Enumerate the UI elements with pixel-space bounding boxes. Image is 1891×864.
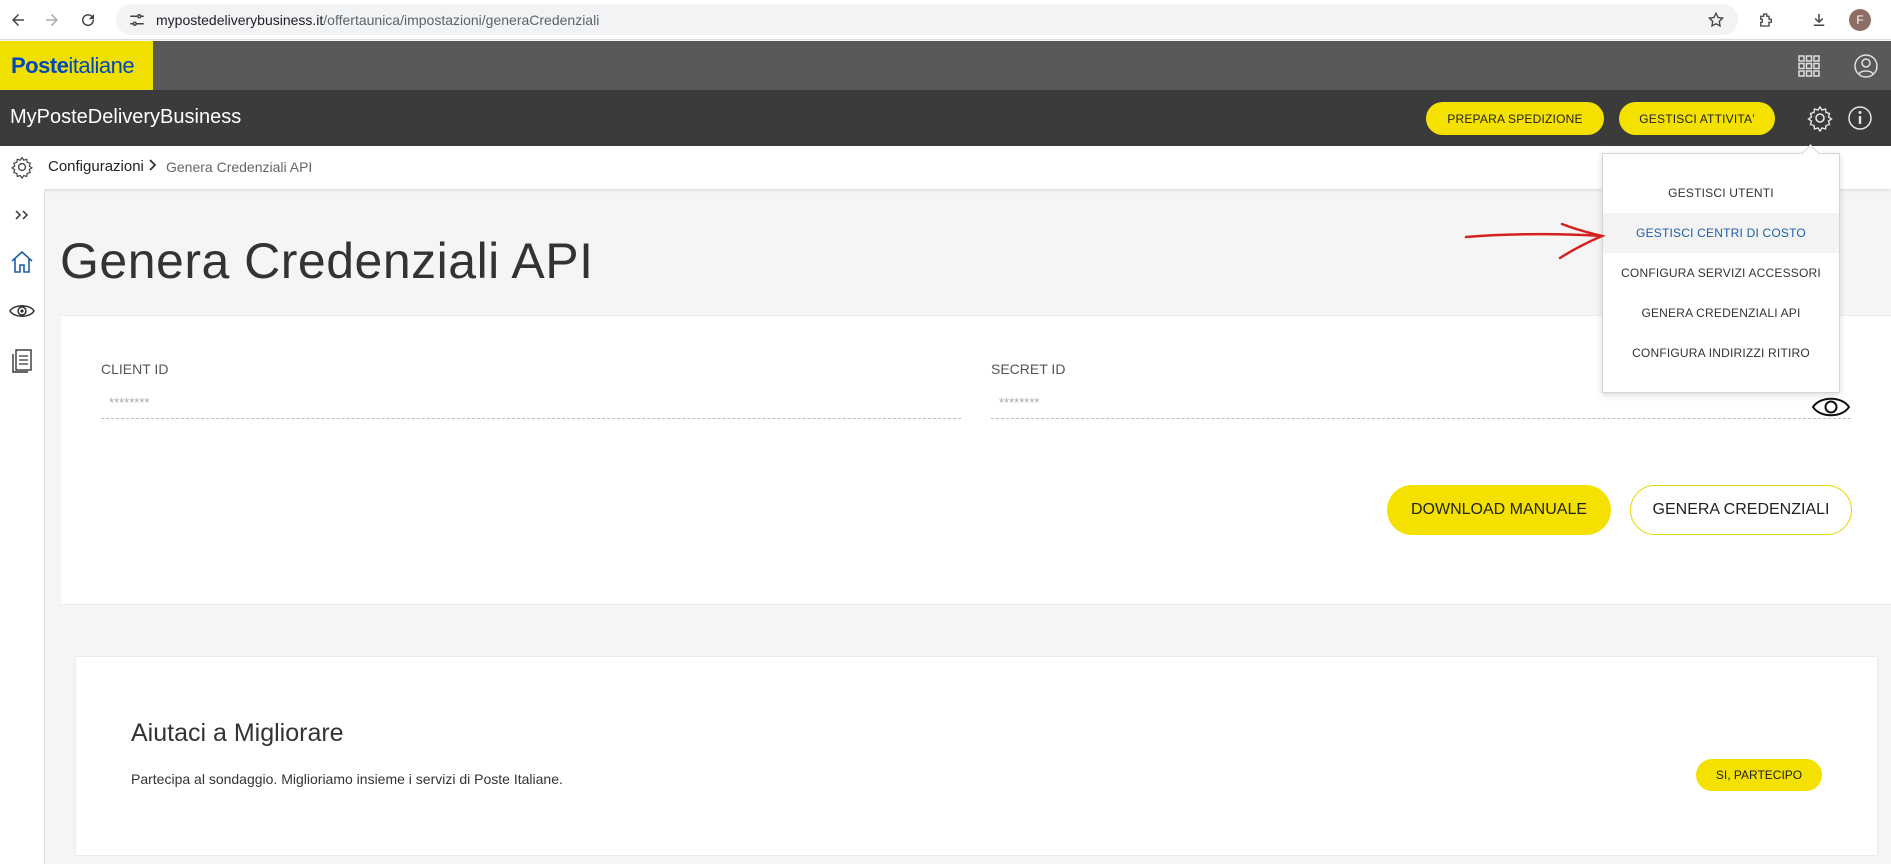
download-icon[interactable]	[1805, 6, 1833, 34]
menu-item-generate-api-credentials[interactable]: GENERA CREDENZIALI API	[1603, 293, 1839, 333]
reload-icon[interactable]	[72, 4, 104, 36]
breadcrumb-root[interactable]: Configurazioni	[48, 158, 144, 175]
manage-activities-button[interactable]: GESTISCI ATTIVITA'	[1619, 102, 1775, 135]
extensions-icon[interactable]	[1752, 6, 1780, 34]
secret-id-label: SECRET ID	[991, 361, 1066, 377]
survey-text: Partecipa al sondaggio. Miglioriamo insi…	[131, 771, 563, 787]
url-domain: mypostedeliverybusiness.it	[156, 11, 324, 28]
menu-item-manage-users[interactable]: GESTISCI UTENTI	[1603, 173, 1839, 213]
survey-card: Aiutaci a Migliorare Partecipa al sondag…	[75, 656, 1878, 856]
menu-item-cost-centers[interactable]: GESTISCI CENTRI DI COSTO	[1603, 213, 1839, 253]
participate-button[interactable]: SI, PARTECIPO	[1696, 759, 1822, 791]
profile-avatar[interactable]: F	[1846, 6, 1874, 34]
expand-sidebar-icon[interactable]	[8, 201, 36, 229]
logo-regular-text: italiane	[68, 52, 135, 78]
client-id-field[interactable]	[101, 387, 961, 419]
breadcrumb-current: Genera Credenziali API	[166, 159, 313, 175]
site-settings-icon[interactable]	[128, 11, 146, 29]
apps-grid-icon[interactable]	[1795, 52, 1823, 80]
chevron-right-icon	[148, 158, 158, 176]
settings-dropdown-menu: GESTISCI UTENTI GESTISCI CENTRI DI COSTO…	[1602, 153, 1840, 393]
info-icon[interactable]	[1846, 104, 1874, 132]
brand-bar: Poste italiane	[0, 41, 1891, 90]
poste-logo[interactable]: Poste italiane	[0, 41, 153, 90]
survey-title: Aiutaci a Migliorare	[131, 719, 344, 747]
home-icon[interactable]	[8, 248, 36, 276]
gear-icon[interactable]	[1806, 104, 1834, 133]
menu-item-accessory-services[interactable]: CONFIGURA SERVIZI ACCESSORI	[1603, 253, 1839, 293]
url-path: /offertaunica/impostazioni/generaCredenz…	[323, 11, 600, 28]
client-id-label: CLIENT ID	[101, 361, 169, 377]
generate-credentials-button[interactable]: GENERA CREDENZIALI	[1630, 485, 1852, 535]
app-header: MyPosteDeliveryBusiness PREPARA SPEDIZIO…	[0, 90, 1891, 146]
logo-bold-text: Poste	[11, 52, 69, 78]
back-icon[interactable]	[2, 4, 34, 36]
app-title[interactable]: MyPosteDeliveryBusiness	[10, 106, 241, 129]
show-secret-eye-icon[interactable]	[1811, 395, 1851, 419]
settings-gear-icon	[10, 155, 34, 180]
annotation-arrow-icon	[1464, 222, 1606, 260]
user-account-icon[interactable]	[1852, 52, 1880, 80]
menu-item-pickup-addresses[interactable]: CONFIGURA INDIRIZZI RITIRO	[1603, 333, 1839, 373]
download-manual-button[interactable]: DOWNLOAD MANUALE	[1387, 485, 1611, 535]
prepare-shipment-button[interactable]: PREPARA SPEDIZIONE	[1426, 102, 1604, 135]
bookmark-star-icon[interactable]	[1702, 6, 1730, 34]
eye-tracking-icon[interactable]	[8, 297, 36, 325]
address-bar[interactable]: mypostedeliverybusiness.it/offertaunica/…	[116, 4, 1738, 35]
sidebar	[0, 189, 45, 864]
forward-icon[interactable]	[36, 4, 68, 36]
browser-toolbar: mypostedeliverybusiness.it/offertaunica/…	[0, 0, 1891, 40]
page-title: Genera Credenziali API	[60, 233, 594, 289]
avatar-letter: F	[1849, 9, 1871, 31]
document-list-icon[interactable]	[8, 347, 36, 375]
